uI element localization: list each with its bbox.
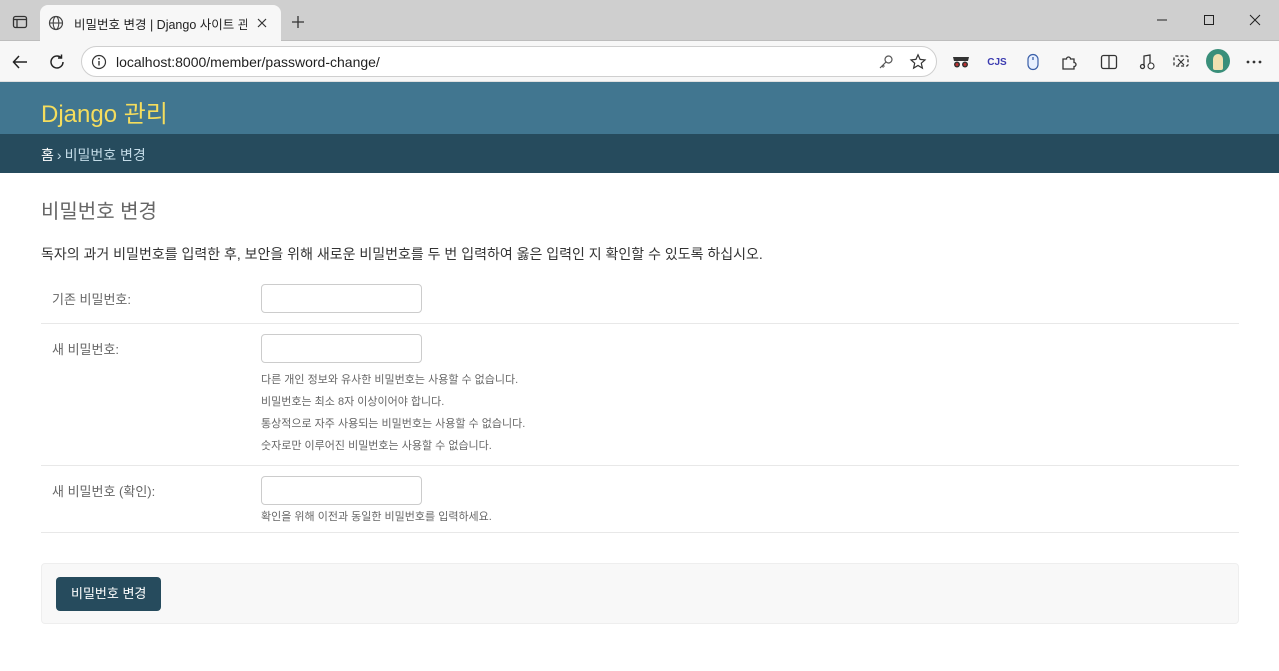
breadcrumb-home-link[interactable]: 홈 xyxy=(41,147,54,163)
screen-capture-icon[interactable] xyxy=(1170,51,1192,73)
incognito-glasses-icon[interactable] xyxy=(950,51,972,73)
reload-icon[interactable] xyxy=(44,49,70,75)
browser-toolbar: localhost:8000/member/password-change/ C… xyxy=(0,41,1279,82)
help-item: 통상적으로 자주 사용되는 비밀번호는 사용할 수 없습니다. xyxy=(261,418,526,430)
breadcrumb: 홈 › 비밀번호 변경 xyxy=(0,134,1279,173)
url-text[interactable]: localhost:8000/member/password-change/ xyxy=(116,54,380,70)
cjs-extension[interactable]: CJS xyxy=(986,51,1008,73)
page-title: 비밀번호 변경 xyxy=(41,201,157,223)
password-help-list: 다른 개인 정보와 유사한 비밀번호는 사용할 수 없습니다. 비밀번호는 최소… xyxy=(261,373,525,461)
site-info-icon[interactable] xyxy=(90,53,108,71)
new-tab-icon[interactable] xyxy=(288,12,308,32)
admin-header: Django 관리 xyxy=(0,82,1279,134)
form-row-new-password: 새 비밀번호: 다른 개인 정보와 유사한 비밀번호는 사용할 수 없습니다. … xyxy=(41,324,1239,466)
tab-actions-icon[interactable] xyxy=(8,10,32,34)
address-bar[interactable]: localhost:8000/member/password-change/ xyxy=(81,46,937,77)
browser-tab[interactable]: 비밀번호 변경 | Django 사이트 관 xyxy=(40,5,281,41)
form-row-confirm-password: 새 비밀번호 (확인): 확인을 위해 이전과 동일한 비밀번호를 입력하세요. xyxy=(41,466,1239,533)
change-password-button[interactable]: 비밀번호 변경 xyxy=(56,577,162,611)
split-screen-icon[interactable] xyxy=(1098,51,1120,73)
new-password-input[interactable] xyxy=(261,334,422,363)
maximize-icon[interactable] xyxy=(1186,0,1232,40)
tab-strip: 비밀번호 변경 | Django 사이트 관 xyxy=(0,0,1279,41)
back-arrow-icon[interactable] xyxy=(7,49,33,75)
minimize-icon[interactable] xyxy=(1139,0,1185,40)
help-item: 숫자로만 이루어진 비밀번호는 사용할 수 없습니다. xyxy=(261,440,492,452)
mouse-icon[interactable] xyxy=(1022,51,1044,73)
globe-icon xyxy=(48,15,64,31)
confirm-password-input[interactable] xyxy=(261,476,422,505)
profile-avatar[interactable] xyxy=(1206,49,1230,73)
new-password-label: 새 비밀번호: xyxy=(52,342,120,357)
breadcrumb-current: 비밀번호 변경 xyxy=(64,147,146,163)
confirm-password-label: 새 비밀번호 (확인): xyxy=(52,484,156,499)
close-icon[interactable] xyxy=(1232,0,1278,40)
favorite-star-icon[interactable] xyxy=(909,53,927,71)
site-brand[interactable]: Django 관리 xyxy=(41,94,168,129)
more-options-icon[interactable] xyxy=(1243,51,1265,73)
puzzle-icon[interactable] xyxy=(1058,51,1080,73)
help-item: 비밀번호는 최소 8자 이상이어야 합니다. xyxy=(261,396,445,408)
key-icon[interactable] xyxy=(877,53,895,71)
submit-row: 비밀번호 변경 xyxy=(41,563,1239,624)
tab-close-icon[interactable] xyxy=(253,14,271,32)
music-note-icon[interactable] xyxy=(1136,51,1158,73)
form-row-old-password: 기존 비밀번호: xyxy=(41,274,1239,324)
help-item: 다른 개인 정보와 유사한 비밀번호는 사용할 수 없습니다. xyxy=(261,374,519,386)
tab-title: 비밀번호 변경 | Django 사이트 관 xyxy=(74,17,247,32)
confirm-password-help: 확인을 위해 이전과 동일한 비밀번호를 입력하세요. xyxy=(261,511,492,523)
old-password-input[interactable] xyxy=(261,284,422,313)
breadcrumb-separator: › xyxy=(56,147,62,163)
old-password-label: 기존 비밀번호: xyxy=(52,292,131,307)
intro-text: 독자의 과거 비밀번호를 입력한 후, 보안을 위해 새로운 비밀번호를 두 번… xyxy=(41,246,763,262)
cjs-extension-label: CJS xyxy=(987,56,1007,68)
